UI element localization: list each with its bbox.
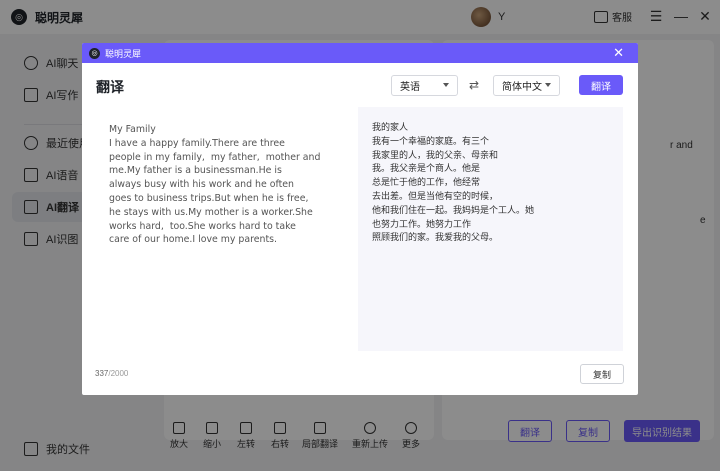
dialog-header-title: 聪明灵犀 (105, 48, 142, 59)
dialog-logo-icon: ◎ (89, 47, 100, 59)
character-counter: 337/2000 (95, 369, 128, 378)
translated-text-area: 我的家人 我有一个幸福的家庭。有三个 我家里的人，我的父亲、母亲和 我。我父亲是… (358, 107, 623, 351)
translated-text: 我的家人 我有一个幸福的家庭。有三个 我家里的人，我的父亲、母亲和 我。我父亲是… (372, 123, 535, 244)
target-language-value: 简体中文 (502, 82, 542, 93)
target-language-select[interactable]: 简体中文 (493, 75, 560, 96)
swap-languages-icon[interactable]: ⇄ (469, 78, 479, 92)
dialog-title: 翻译 (96, 79, 124, 95)
dialog-header: ◎ 聪明灵犀 ✕ (82, 43, 638, 63)
source-text[interactable]: My Family I have a happy family.There ar… (109, 123, 357, 247)
source-language-value: 英语 (400, 82, 420, 93)
char-count: 337 (95, 369, 109, 378)
translate-dialog: ◎ 聪明灵犀 ✕ 翻译 英语 ⇄ 简体中文 翻译 My Family I hav… (82, 43, 638, 395)
chevron-down-icon (545, 83, 551, 87)
close-icon[interactable]: ✕ (613, 45, 624, 61)
copy-button[interactable]: 复制 (580, 364, 624, 384)
source-language-select[interactable]: 英语 (391, 75, 458, 96)
chevron-down-icon (443, 83, 449, 87)
source-text-area[interactable]: My Family I have a happy family.There ar… (96, 107, 357, 351)
char-limit: /2000 (108, 369, 129, 378)
translate-button[interactable]: 翻译 (579, 75, 623, 95)
